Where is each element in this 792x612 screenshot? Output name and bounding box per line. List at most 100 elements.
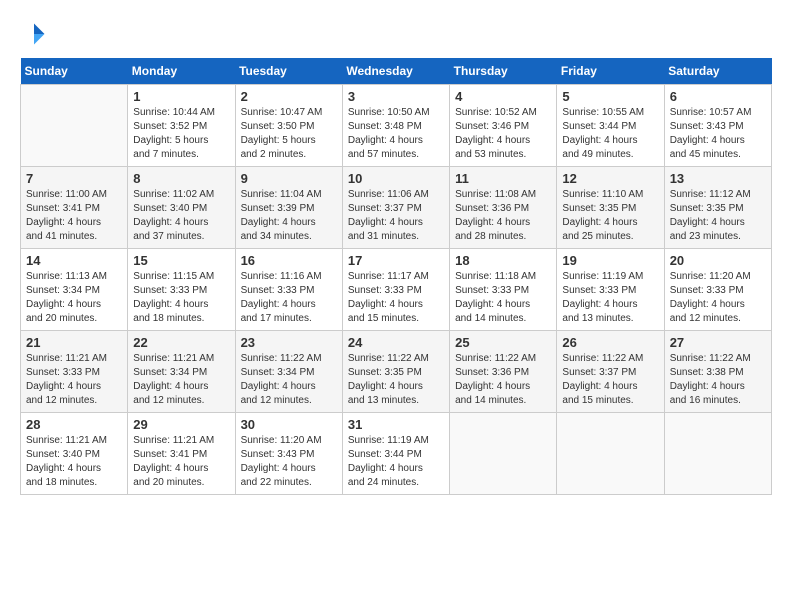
day-number: 7	[26, 171, 122, 186]
cell-info: Sunrise: 11:22 AM Sunset: 3:35 PM Daylig…	[348, 352, 444, 408]
day-number: 5	[562, 89, 658, 104]
cell-info: Sunrise: 11:20 AM Sunset: 3:33 PM Daylig…	[670, 270, 766, 326]
cell-info: Sunrise: 11:18 AM Sunset: 3:33 PM Daylig…	[455, 270, 551, 326]
day-number: 16	[241, 253, 337, 268]
calendar-cell: 5 Sunrise: 10:55 AM Sunset: 3:44 PM Dayli…	[557, 85, 664, 167]
cell-info: Sunrise: 11:08 AM Sunset: 3:36 PM Daylig…	[455, 188, 551, 244]
calendar-week-row: 7 Sunrise: 11:00 AM Sunset: 3:41 PM Dayli…	[21, 167, 772, 249]
day-number: 20	[670, 253, 766, 268]
calendar-cell: 21 Sunrise: 11:21 AM Sunset: 3:33 PM Dayl…	[21, 331, 128, 413]
calendar-week-row: 14 Sunrise: 11:13 AM Sunset: 3:34 PM Dayl…	[21, 249, 772, 331]
cell-info: Sunrise: 10:55 AM Sunset: 3:44 PM Daylig…	[562, 106, 658, 162]
calendar-cell: 19 Sunrise: 11:19 AM Sunset: 3:33 PM Dayl…	[557, 249, 664, 331]
calendar-cell: 30 Sunrise: 11:20 AM Sunset: 3:43 PM Dayl…	[235, 413, 342, 495]
day-number: 10	[348, 171, 444, 186]
cell-info: Sunrise: 11:22 AM Sunset: 3:38 PM Daylig…	[670, 352, 766, 408]
cell-info: Sunrise: 11:22 AM Sunset: 3:37 PM Daylig…	[562, 352, 658, 408]
day-number: 15	[133, 253, 229, 268]
calendar-cell: 12Sunrise: 11:10 AM Sunset: 3:35 PM Dayl…	[557, 167, 664, 249]
day-of-week-header: Friday	[557, 58, 664, 85]
cell-info: Sunrise: 11:21 AM Sunset: 3:41 PM Daylig…	[133, 434, 229, 490]
day-of-week-header: Thursday	[450, 58, 557, 85]
cell-info: Sunrise: 10:47 AM Sunset: 3:50 PM Daylig…	[241, 106, 337, 162]
calendar-header-row: SundayMondayTuesdayWednesdayThursdayFrid…	[21, 58, 772, 85]
cell-info: Sunrise: 11:16 AM Sunset: 3:33 PM Daylig…	[241, 270, 337, 326]
calendar-cell	[557, 413, 664, 495]
day-of-week-header: Saturday	[664, 58, 771, 85]
cell-info: Sunrise: 11:22 AM Sunset: 3:36 PM Daylig…	[455, 352, 551, 408]
day-of-week-header: Wednesday	[342, 58, 449, 85]
page-header	[20, 20, 772, 48]
day-number: 14	[26, 253, 122, 268]
cell-info: Sunrise: 10:52 AM Sunset: 3:46 PM Daylig…	[455, 106, 551, 162]
logo	[20, 20, 52, 48]
day-number: 17	[348, 253, 444, 268]
calendar-cell: 18 Sunrise: 11:18 AM Sunset: 3:33 PM Dayl…	[450, 249, 557, 331]
day-number: 30	[241, 417, 337, 432]
day-number: 21	[26, 335, 122, 350]
cell-info: Sunrise: 11:22 AM Sunset: 3:34 PM Daylig…	[241, 352, 337, 408]
calendar-week-row: 1 Sunrise: 10:44 AM Sunset: 3:52 PM Dayli…	[21, 85, 772, 167]
day-number: 4	[455, 89, 551, 104]
calendar-cell: 6 Sunrise: 10:57 AM Sunset: 3:43 PM Dayli…	[664, 85, 771, 167]
day-number: 1	[133, 89, 229, 104]
cell-info: Sunrise: 11:21 AM Sunset: 3:33 PM Daylig…	[26, 352, 122, 408]
calendar-cell: 24Sunrise: 11:22 AM Sunset: 3:35 PM Dayl…	[342, 331, 449, 413]
calendar-cell: 8 Sunrise: 11:02 AM Sunset: 3:40 PM Dayli…	[128, 167, 235, 249]
calendar-cell: 7 Sunrise: 11:00 AM Sunset: 3:41 PM Dayli…	[21, 167, 128, 249]
calendar-cell: 3 Sunrise: 10:50 AM Sunset: 3:48 PM Dayli…	[342, 85, 449, 167]
calendar-cell: 13 Sunrise: 11:12 AM Sunset: 3:35 PM Dayl…	[664, 167, 771, 249]
day-number: 31	[348, 417, 444, 432]
calendar-week-row: 28 Sunrise: 11:21 AM Sunset: 3:40 PM Dayl…	[21, 413, 772, 495]
calendar-cell: 15 Sunrise: 11:15 AM Sunset: 3:33 PM Dayl…	[128, 249, 235, 331]
cell-info: Sunrise: 11:15 AM Sunset: 3:33 PM Daylig…	[133, 270, 229, 326]
cell-info: Sunrise: 11:21 AM Sunset: 3:40 PM Daylig…	[26, 434, 122, 490]
cell-info: Sunrise: 11:12 AM Sunset: 3:35 PM Daylig…	[670, 188, 766, 244]
day-number: 9	[241, 171, 337, 186]
cell-info: Sunrise: 11:20 AM Sunset: 3:43 PM Daylig…	[241, 434, 337, 490]
calendar-cell: 11Sunrise: 11:08 AM Sunset: 3:36 PM Dayl…	[450, 167, 557, 249]
day-of-week-header: Monday	[128, 58, 235, 85]
cell-info: Sunrise: 11:02 AM Sunset: 3:40 PM Daylig…	[133, 188, 229, 244]
cell-info: Sunrise: 11:19 AM Sunset: 3:44 PM Daylig…	[348, 434, 444, 490]
day-number: 3	[348, 89, 444, 104]
day-number: 27	[670, 335, 766, 350]
calendar-cell: 9 Sunrise: 11:04 AM Sunset: 3:39 PM Dayli…	[235, 167, 342, 249]
calendar-cell	[21, 85, 128, 167]
cell-info: Sunrise: 11:10 AM Sunset: 3:35 PM Daylig…	[562, 188, 658, 244]
calendar-cell: 10 Sunrise: 11:06 AM Sunset: 3:37 PM Dayl…	[342, 167, 449, 249]
calendar-cell: 20 Sunrise: 11:20 AM Sunset: 3:33 PM Dayl…	[664, 249, 771, 331]
day-of-week-header: Tuesday	[235, 58, 342, 85]
cell-info: Sunrise: 10:44 AM Sunset: 3:52 PM Daylig…	[133, 106, 229, 162]
logo-icon	[20, 20, 48, 48]
day-number: 26	[562, 335, 658, 350]
cell-info: Sunrise: 11:00 AM Sunset: 3:41 PM Daylig…	[26, 188, 122, 244]
calendar-cell: 29 Sunrise: 11:21 AM Sunset: 3:41 PM Dayl…	[128, 413, 235, 495]
cell-info: Sunrise: 11:06 AM Sunset: 3:37 PM Daylig…	[348, 188, 444, 244]
calendar-cell: 4 Sunrise: 10:52 AM Sunset: 3:46 PM Dayli…	[450, 85, 557, 167]
calendar-cell	[450, 413, 557, 495]
day-of-week-header: Sunday	[21, 58, 128, 85]
cell-info: Sunrise: 11:04 AM Sunset: 3:39 PM Daylig…	[241, 188, 337, 244]
day-number: 13	[670, 171, 766, 186]
calendar-cell	[664, 413, 771, 495]
day-number: 29	[133, 417, 229, 432]
calendar-cell: 16 Sunrise: 11:16 AM Sunset: 3:33 PM Dayl…	[235, 249, 342, 331]
cell-info: Sunrise: 11:13 AM Sunset: 3:34 PM Daylig…	[26, 270, 122, 326]
day-number: 8	[133, 171, 229, 186]
day-number: 25	[455, 335, 551, 350]
day-number: 28	[26, 417, 122, 432]
cell-info: Sunrise: 10:57 AM Sunset: 3:43 PM Daylig…	[670, 106, 766, 162]
calendar-cell: 23 Sunrise: 11:22 AM Sunset: 3:34 PM Dayl…	[235, 331, 342, 413]
calendar-cell: 17 Sunrise: 11:17 AM Sunset: 3:33 PM Dayl…	[342, 249, 449, 331]
cell-info: Sunrise: 11:19 AM Sunset: 3:33 PM Daylig…	[562, 270, 658, 326]
day-number: 19	[562, 253, 658, 268]
cell-info: Sunrise: 10:50 AM Sunset: 3:48 PM Daylig…	[348, 106, 444, 162]
calendar-cell: 22Sunrise: 11:21 AM Sunset: 3:34 PM Dayl…	[128, 331, 235, 413]
calendar-cell: 25 Sunrise: 11:22 AM Sunset: 3:36 PM Dayl…	[450, 331, 557, 413]
day-number: 6	[670, 89, 766, 104]
day-number: 18	[455, 253, 551, 268]
calendar-cell: 28 Sunrise: 11:21 AM Sunset: 3:40 PM Dayl…	[21, 413, 128, 495]
cell-info: Sunrise: 11:17 AM Sunset: 3:33 PM Daylig…	[348, 270, 444, 326]
day-number: 23	[241, 335, 337, 350]
